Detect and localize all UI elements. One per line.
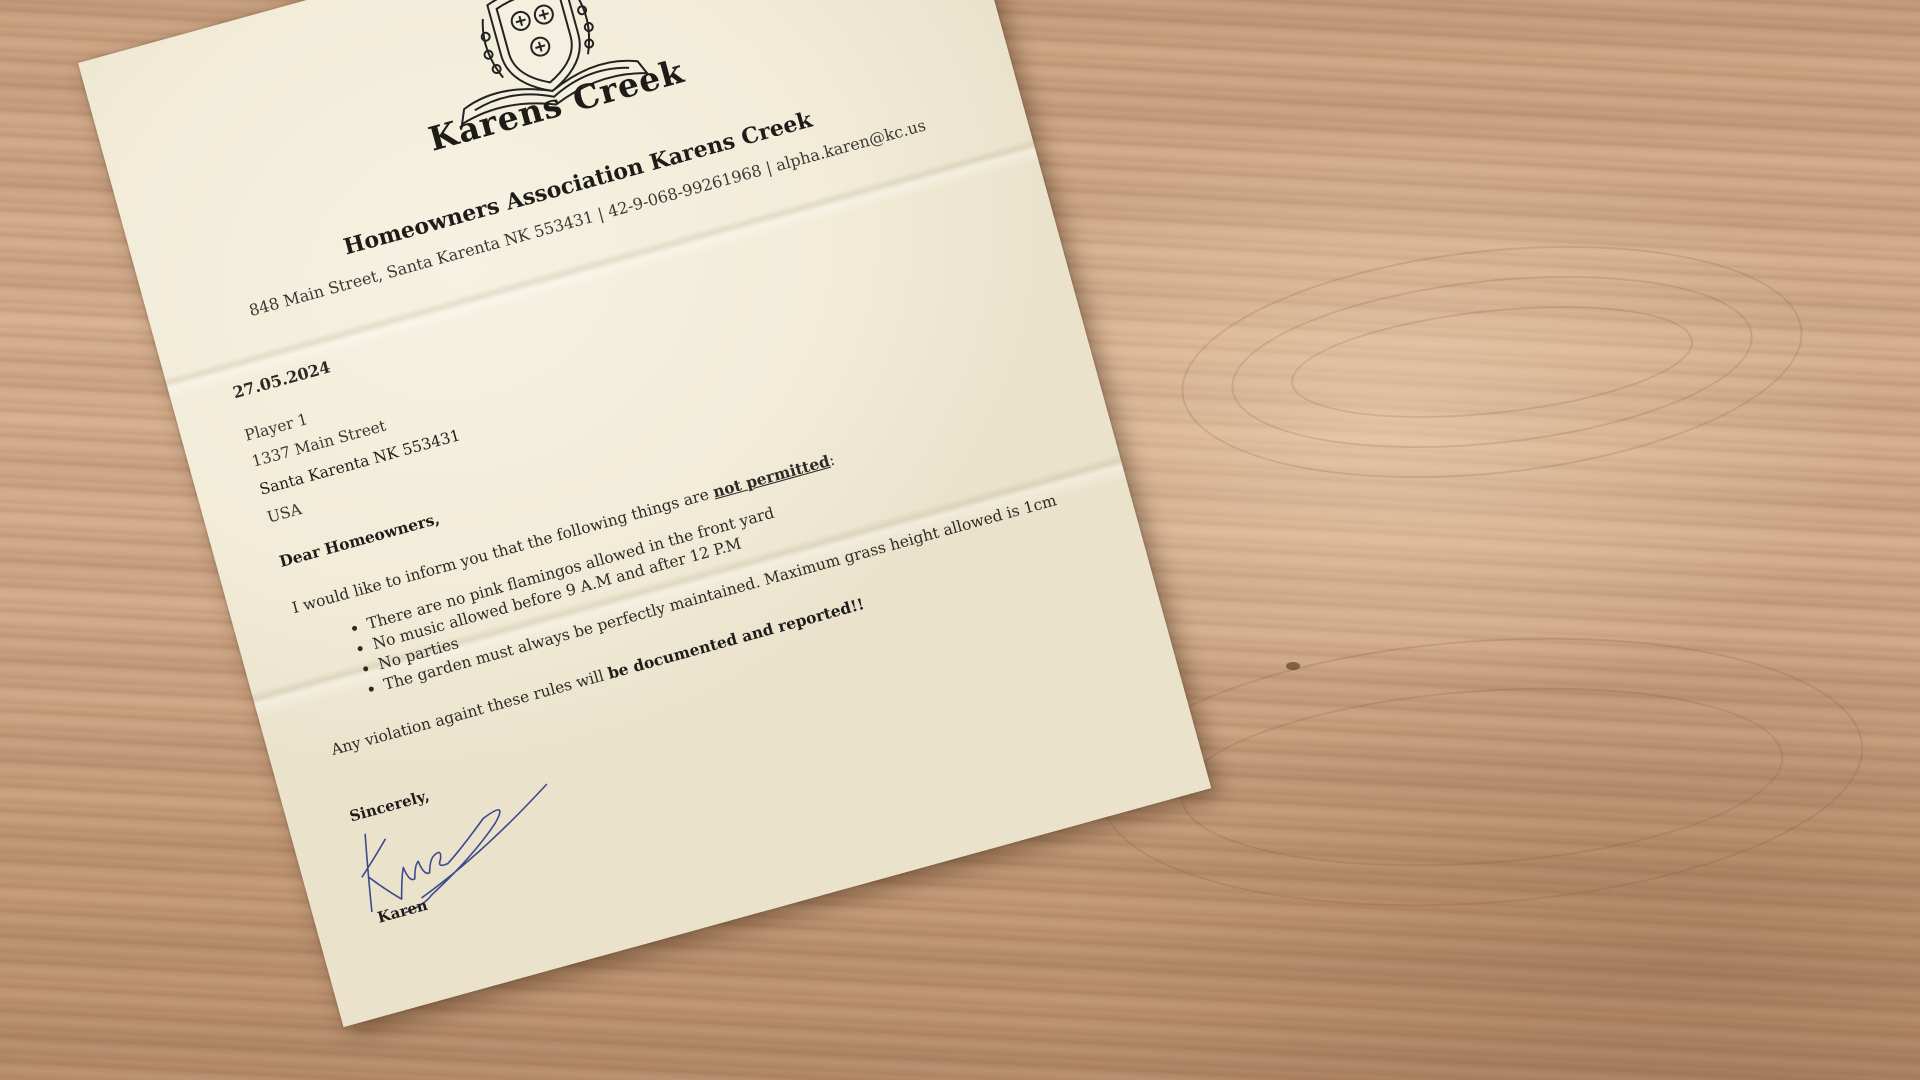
letter-date: 27.05.2024	[230, 357, 333, 403]
handwritten-signature	[361, 783, 548, 914]
wood-knot	[1286, 662, 1300, 670]
letterhead-address: 848 Main Street, Santa Karenta NK 553431…	[246, 115, 928, 321]
recipient-country: USA	[265, 500, 304, 527]
greeting: Dear Homeowners,	[277, 508, 442, 572]
